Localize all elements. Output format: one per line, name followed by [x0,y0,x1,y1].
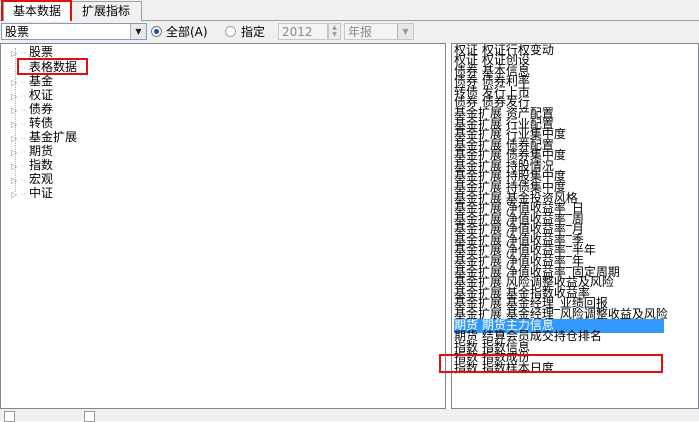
expand-icon[interactable]: ▷ [11,47,21,61]
period-value: 年报 [348,25,373,39]
tree-item-stock[interactable]: ▷ ·· 股票 [11,45,53,59]
radio-all-label: 全部(A) [166,25,208,39]
tree-item-macro[interactable]: ▷ ·· 宏观 [11,172,53,186]
tree-item-bond[interactable]: ▷ ·· 债券 [11,102,53,116]
category-value: 股票 [5,25,30,39]
chevron-down-icon[interactable]: ▼ [397,24,413,39]
category-tree-panel: ▷ ·· 股票 ·· 表格数据 ▷ ·· 基金 ▷ ·· 权证 ▷ ·· 债券 ▷ ·· 转债 ▷ ··… [0,43,446,409]
bottom-strip [0,409,699,422]
tree-item-fund-extension[interactable]: ▷ ·· 基金扩展 [11,130,77,144]
tree-item-label: 债券 [29,102,54,116]
tree-item-table-data[interactable]: ·· 表格数据 [11,60,77,74]
tab-extended-indicators[interactable]: 扩展指标 [70,1,142,21]
tree-item-label: 表格数据 [29,60,78,74]
tree-item-convertible-bond[interactable]: ▷ ·· 转债 [11,116,53,130]
category-select[interactable]: 股票 ▼ [1,23,147,40]
spin-up-icon[interactable]: ▲ [329,24,340,31]
tree-item-label: 转债 [29,116,54,130]
tree-item-label: 基金 [29,74,54,88]
checkbox[interactable] [4,411,15,422]
radio-specify[interactable] [225,26,236,37]
tree-item-label: 期货 [29,144,54,158]
spin-down-icon[interactable]: ▼ [329,31,340,38]
tree-item-label: 中证 [29,186,54,200]
tab-basic-data[interactable]: 基本数据 [3,1,71,22]
chevron-down-icon[interactable]: ▼ [130,24,146,39]
year-field[interactable]: 2012 [278,23,328,40]
tree-item-label: 股票 [29,45,54,59]
list-item[interactable]: 指数 指数样本日度 [454,362,554,376]
tree-item-warrant[interactable]: ▷ ·· 权证 [11,88,53,102]
table-list-panel[interactable]: 权证 权证行权变动 权证 权证创设 债券 基本信息 债券 债券利率 转债 发行上… [451,43,699,409]
tree-item-fund[interactable]: ▷ ·· 基金 [11,74,53,88]
expand-icon[interactable]: ▷ [11,188,21,202]
tree-item-label: 指数 [29,158,54,172]
tree-item-label: 基金扩展 [29,130,78,144]
tree-item-csi[interactable]: ▷ ·· 中证 [11,186,53,200]
radio-specify-label: 指定 [241,25,266,39]
year-spinner[interactable]: ▲ ▼ [328,23,341,40]
tree-item-label: 权证 [29,88,54,102]
year-value: 2012 [282,25,313,39]
period-select[interactable]: 年报 ▼ [344,23,414,40]
tree-item-label: 宏观 [29,172,54,186]
radio-all[interactable] [151,26,162,37]
tree-item-futures[interactable]: ▷ ·· 期货 [11,144,53,158]
tree-item-index[interactable]: ▷ ·· 指数 [11,158,53,172]
checkbox[interactable] [84,411,95,422]
